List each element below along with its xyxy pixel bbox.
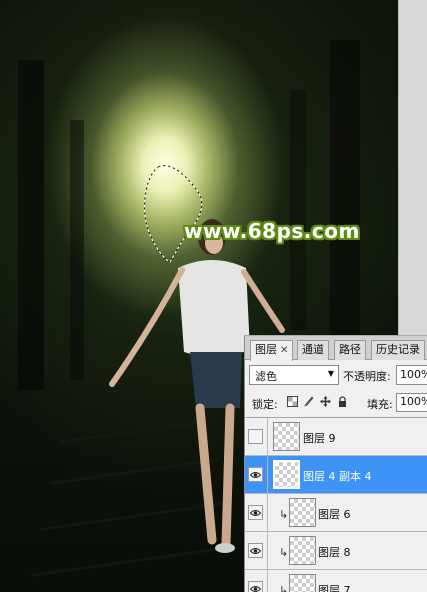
- lock-all-icon[interactable]: [337, 396, 348, 407]
- layer-thumbnail: [289, 574, 316, 592]
- layer-list: 图层 9 图层 4 副本 4 ↳ 图层 6 ↳ 图层 8 ↳ 图层 7: [245, 417, 427, 592]
- lock-transparent-icon[interactable]: [287, 396, 298, 407]
- layer-name: 图层 8: [318, 546, 351, 559]
- tab-history[interactable]: 历史记录: [371, 340, 425, 360]
- chevron-down-icon: ▼: [327, 369, 334, 378]
- layer-name: 图层 9: [303, 432, 336, 445]
- layer-row[interactable]: 图层 9: [245, 418, 427, 456]
- layers-panel: 图层✕ 通道 路径 历史记录 滤色 ▼ 不透明度: 100% 锁定: 填充: 1…: [244, 335, 427, 592]
- lock-brush-icon[interactable]: [303, 396, 314, 407]
- layer-row[interactable]: ↳ 图层 8: [245, 532, 427, 570]
- row-divider: [267, 494, 268, 532]
- layer-thumbnail: [273, 460, 300, 489]
- tab-channels[interactable]: 通道: [297, 340, 329, 360]
- tab-paths-label: 路径: [339, 343, 361, 356]
- layer-name: 图层 6: [318, 508, 351, 521]
- row-divider: [267, 532, 268, 570]
- layer-thumbnail: [289, 498, 316, 527]
- clipping-mask-icon: ↳: [279, 546, 289, 559]
- tab-layers-label: 图层: [255, 343, 277, 356]
- row-divider: [267, 570, 268, 592]
- selection-marquee: [144, 165, 203, 263]
- panel-tab-bar: 图层 ✕ 通道 路径 历史记录: [245, 336, 427, 361]
- fill-input[interactable]: 100%: [396, 393, 427, 412]
- blend-mode-select[interactable]: 滤色 ▼: [249, 365, 339, 385]
- lock-label: 锁定:: [252, 398, 278, 411]
- visibility-toggle-empty[interactable]: [248, 429, 263, 444]
- watermark-text: www.68ps.com: [184, 219, 360, 243]
- tab-history-label: 历史记录: [376, 343, 420, 356]
- tab-paths[interactable]: 路径: [334, 340, 366, 360]
- layer-row[interactable]: ↳ 图层 7: [245, 570, 427, 592]
- layer-row[interactable]: ↳ 图层 6: [245, 494, 427, 532]
- layer-name: 图层 7: [318, 584, 351, 592]
- eye-icon[interactable]: [248, 467, 263, 482]
- canvas-scrollbar[interactable]: [398, 0, 427, 335]
- clipping-mask-icon: ↳: [279, 584, 289, 592]
- tab-channels-label: 通道: [302, 343, 324, 356]
- tab-layers[interactable]: 图层 ✕: [250, 340, 294, 361]
- layer-row-selected[interactable]: 图层 4 副本 4: [245, 456, 427, 494]
- row-divider: [267, 456, 268, 494]
- layer-thumbnail: [289, 536, 316, 565]
- eye-icon[interactable]: [248, 505, 263, 520]
- opacity-input[interactable]: 100%: [396, 365, 427, 385]
- clipping-mask-icon: ↳: [279, 508, 289, 521]
- blend-mode-value: 滤色: [255, 370, 277, 383]
- lock-move-icon[interactable]: [320, 396, 331, 407]
- layer-name: 图层 4 副本 4: [303, 470, 372, 483]
- eye-icon[interactable]: [248, 543, 263, 558]
- opacity-label: 不透明度:: [343, 370, 391, 383]
- close-icon[interactable]: ✕: [280, 345, 288, 356]
- row-divider: [267, 418, 268, 456]
- eye-icon[interactable]: [248, 581, 263, 592]
- layer-thumbnail: [273, 422, 300, 451]
- fill-label: 填充:: [367, 398, 393, 411]
